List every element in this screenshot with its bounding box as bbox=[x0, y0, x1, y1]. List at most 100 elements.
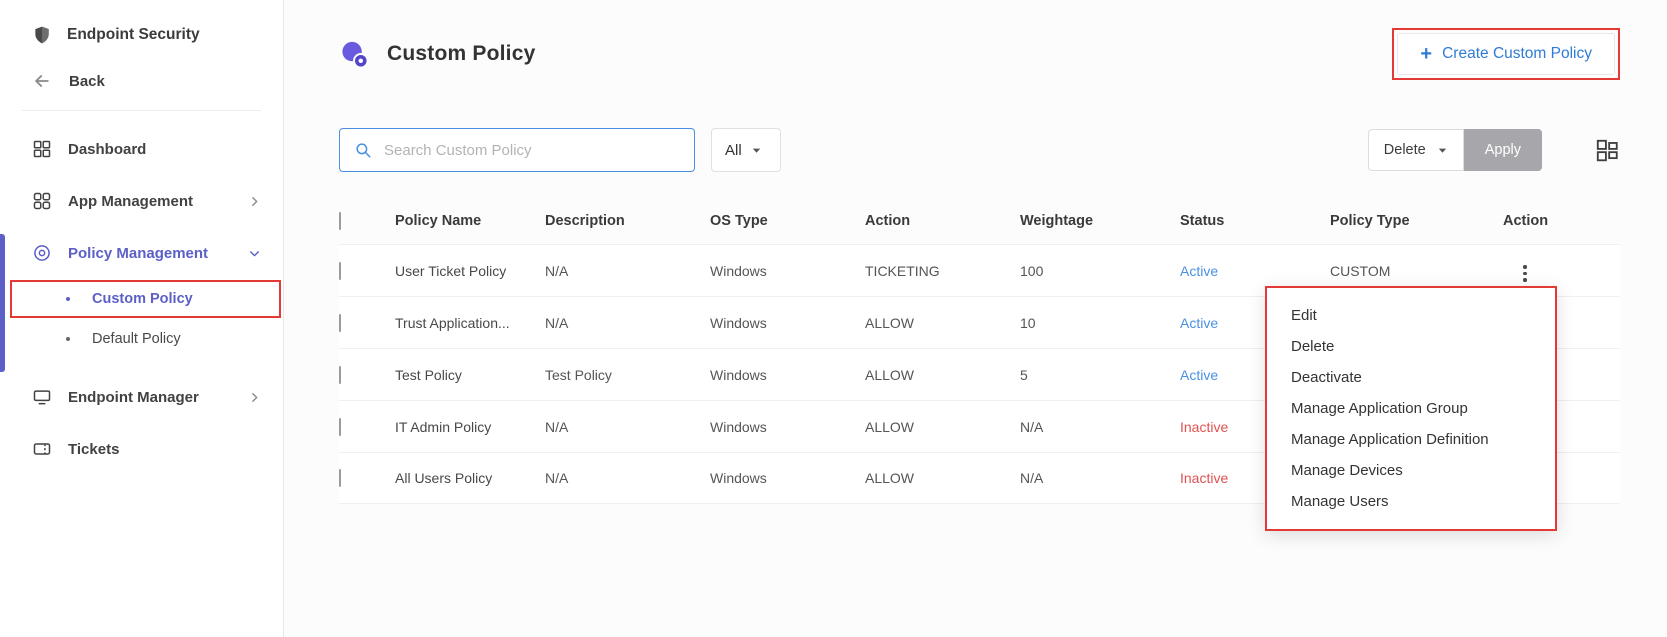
sidebar-item-app-management[interactable]: App Management bbox=[0, 175, 283, 227]
weightage-cell: 10 bbox=[1020, 314, 1036, 331]
search-box bbox=[339, 128, 695, 172]
action-cell: ALLOW bbox=[865, 314, 915, 331]
action-cell: ALLOW bbox=[865, 366, 915, 383]
apply-button[interactable]: Apply bbox=[1463, 129, 1542, 171]
bulk-action-value: Delete bbox=[1383, 142, 1426, 158]
row-checkbox[interactable] bbox=[339, 417, 341, 436]
action-cell: ALLOW bbox=[865, 470, 915, 486]
page-header: Custom Policy + Create Custom Policy bbox=[339, 28, 1620, 80]
sidebar-item-dashboard[interactable]: Dashboard bbox=[0, 123, 283, 175]
select-all-checkbox[interactable] bbox=[339, 212, 341, 230]
policy-name-cell: Trust Application... bbox=[395, 314, 510, 331]
sidebar-item-label: Policy Management bbox=[68, 244, 209, 262]
column-header: Policy Type bbox=[1330, 213, 1410, 229]
column-header: Policy Name bbox=[395, 213, 482, 229]
row-checkbox[interactable] bbox=[339, 313, 341, 332]
weightage-cell: N/A bbox=[1020, 418, 1044, 435]
os-type-cell: Windows bbox=[710, 262, 767, 279]
policy-name-cell: All Users Policy bbox=[395, 470, 493, 486]
app-brand-label: Endpoint Security bbox=[67, 26, 200, 43]
chevron-right-icon bbox=[248, 195, 261, 208]
sidebar-item-custom-policy[interactable]: Custom Policy bbox=[10, 280, 281, 318]
row-checkbox[interactable] bbox=[339, 469, 341, 487]
sidebar-item-endpoint-manager[interactable]: Endpoint Manager bbox=[0, 371, 283, 423]
description-cell: N/A bbox=[545, 262, 569, 279]
column-header: Description bbox=[545, 213, 625, 229]
column-header: Action bbox=[1503, 213, 1549, 229]
sidebar-item-label: Endpoint Manager bbox=[68, 388, 199, 406]
row-actions-kebab-icon[interactable] bbox=[1519, 261, 1531, 286]
column-header: OS Type bbox=[710, 213, 768, 229]
weightage-cell: 5 bbox=[1020, 366, 1028, 383]
back-button[interactable]: Back bbox=[0, 64, 283, 98]
custom-policy-icon bbox=[339, 39, 370, 70]
sidebar-item-label: Dashboard bbox=[68, 140, 147, 158]
menu-item-manage-application-definition[interactable]: Manage Application Definition bbox=[1267, 424, 1555, 455]
os-type-cell: Windows bbox=[710, 314, 767, 331]
description-cell: N/A bbox=[545, 418, 569, 435]
sidebar-item-default-policy[interactable]: Default Policy bbox=[0, 319, 283, 359]
column-header: Status bbox=[1180, 213, 1225, 229]
column-header: Action bbox=[865, 213, 911, 229]
column-header: Weightage bbox=[1020, 213, 1094, 229]
policy-type-cell: CUSTOM bbox=[1330, 262, 1391, 279]
grid-view-icon[interactable] bbox=[1594, 137, 1620, 163]
menu-item-deactivate[interactable]: Deactivate bbox=[1267, 362, 1555, 393]
plus-icon: + bbox=[1420, 43, 1433, 65]
menu-item-manage-users[interactable]: Manage Users bbox=[1267, 486, 1555, 517]
policy-management-icon bbox=[32, 243, 52, 263]
sidebar-subitem-label: Default Policy bbox=[92, 331, 181, 347]
sidebar-subitem-label: Custom Policy bbox=[92, 291, 193, 307]
filter-dropdown[interactable]: All bbox=[711, 128, 781, 172]
bullet-icon bbox=[66, 337, 70, 341]
weightage-cell: N/A bbox=[1020, 470, 1044, 486]
table-header-row: Policy Name Description OS Type Action W… bbox=[339, 198, 1620, 244]
toolbar: All Delete Apply bbox=[339, 128, 1620, 172]
policy-name-cell: User Ticket Policy bbox=[395, 262, 507, 279]
caret-down-icon bbox=[751, 145, 762, 156]
status-badge: Active bbox=[1180, 262, 1219, 279]
search-input[interactable] bbox=[384, 141, 680, 159]
app-management-icon bbox=[32, 191, 52, 211]
policy-name-cell: IT Admin Policy bbox=[395, 418, 492, 435]
bulk-action-dropdown[interactable]: Delete bbox=[1367, 129, 1464, 171]
ticket-icon bbox=[32, 439, 52, 459]
action-cell: TICKETING bbox=[865, 262, 940, 279]
menu-item-manage-application-group[interactable]: Manage Application Group bbox=[1267, 393, 1555, 424]
chevron-right-icon bbox=[248, 391, 261, 404]
row-checkbox[interactable] bbox=[339, 261, 341, 280]
sidebar-item-label: App Management bbox=[68, 192, 194, 210]
app-window: Endpoint Security Back Dashboard App Man… bbox=[0, 0, 1667, 637]
app-brand: Endpoint Security bbox=[0, 18, 283, 52]
menu-item-delete[interactable]: Delete bbox=[1267, 331, 1555, 362]
sidebar-item-tickets[interactable]: Tickets bbox=[0, 423, 283, 475]
create-button-label: Create Custom Policy bbox=[1442, 45, 1592, 62]
sidebar-item-policy-management[interactable]: Policy Management bbox=[0, 227, 283, 279]
monitor-icon bbox=[32, 387, 52, 407]
sidebar-item-label: Tickets bbox=[68, 440, 120, 458]
menu-item-manage-devices[interactable]: Manage Devices bbox=[1267, 455, 1555, 486]
menu-item-edit[interactable]: Edit bbox=[1267, 300, 1555, 331]
weightage-cell: 100 bbox=[1020, 262, 1044, 279]
policy-name-cell: Test Policy bbox=[395, 366, 462, 383]
action-cell: ALLOW bbox=[865, 418, 915, 435]
filter-value: All bbox=[725, 141, 742, 159]
chevron-down-icon bbox=[248, 247, 261, 260]
apply-label: Apply bbox=[1484, 142, 1521, 158]
caret-down-icon bbox=[1437, 145, 1448, 156]
sidebar-divider bbox=[22, 110, 261, 111]
annotation-box-create-button: + Create Custom Policy bbox=[1392, 28, 1620, 80]
back-label: Back bbox=[69, 72, 105, 90]
os-type-cell: Windows bbox=[710, 470, 767, 486]
description-cell: Test Policy bbox=[545, 366, 612, 383]
search-icon bbox=[354, 141, 372, 159]
page-title: Custom Policy bbox=[387, 42, 536, 65]
row-actions-menu: Edit Delete Deactivate Manage Applicatio… bbox=[1265, 286, 1557, 531]
sidebar: Endpoint Security Back Dashboard App Man… bbox=[0, 0, 284, 637]
os-type-cell: Windows bbox=[710, 366, 767, 383]
description-cell: N/A bbox=[545, 314, 569, 331]
create-custom-policy-button[interactable]: + Create Custom Policy bbox=[1397, 33, 1615, 75]
row-checkbox[interactable] bbox=[339, 365, 341, 384]
os-type-cell: Windows bbox=[710, 418, 767, 435]
sidebar-nav: Dashboard App Management Policy Manageme… bbox=[0, 123, 283, 475]
